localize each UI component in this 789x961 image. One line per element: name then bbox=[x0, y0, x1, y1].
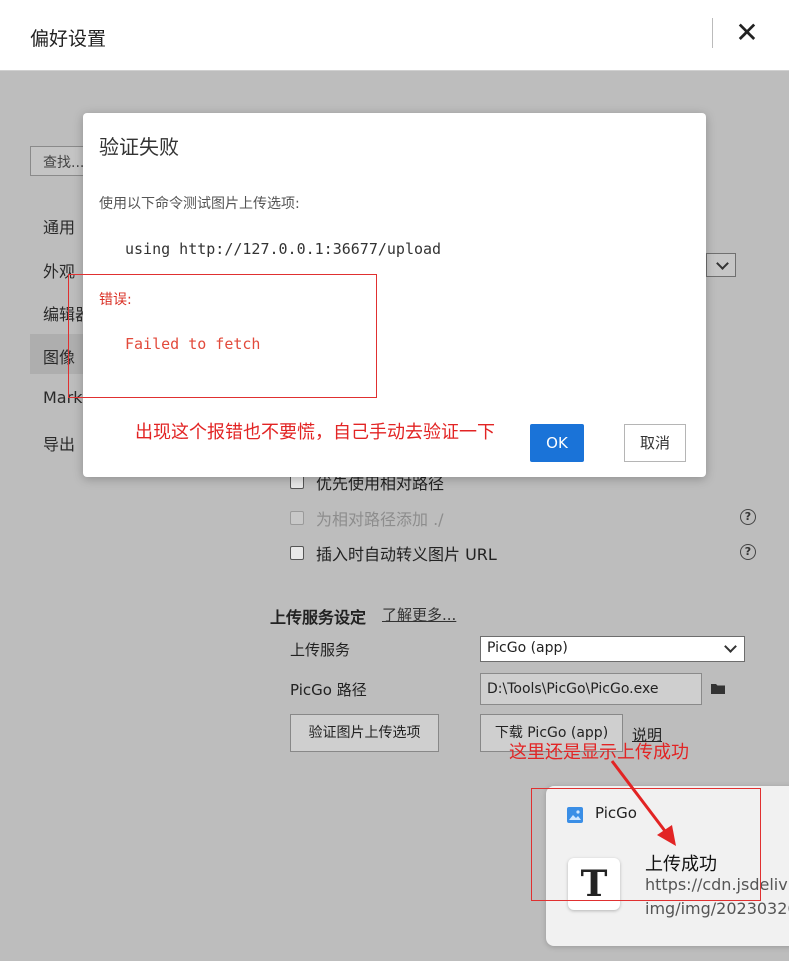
toast-url-line2: img/img/20230326 bbox=[645, 899, 789, 918]
title-separator bbox=[712, 18, 713, 48]
ok-button[interactable]: OK bbox=[530, 424, 584, 462]
verify-upload-button[interactable]: 验证图片上传选项 bbox=[290, 714, 439, 752]
annotation-error-box bbox=[68, 274, 377, 398]
help-icon[interactable]: ? bbox=[740, 544, 756, 560]
help-icon[interactable]: ? bbox=[740, 509, 756, 525]
chevron-down-icon bbox=[724, 640, 737, 653]
dialog-title: 验证失败 bbox=[99, 135, 179, 159]
close-button[interactable]: ✕ bbox=[734, 19, 760, 47]
title-bar: 偏好设置 ✕ bbox=[0, 0, 789, 71]
chevron-down-icon bbox=[716, 257, 729, 270]
upload-service-select[interactable]: PicGo (app) bbox=[480, 636, 745, 662]
cancel-button[interactable]: 取消 bbox=[624, 424, 686, 462]
annotation-note-error: 出现这个报错也不要慌，自己手动去验证一下 bbox=[135, 422, 495, 443]
dialog-command: using http://127.0.0.1:36677/upload bbox=[125, 240, 442, 258]
checkbox-label: 插入时自动转义图片 URL bbox=[316, 545, 497, 564]
upload-section-title: 上传服务设定 bbox=[270, 608, 367, 627]
upload-service-label: 上传服务 bbox=[290, 641, 351, 659]
checkbox-box[interactable] bbox=[290, 475, 304, 489]
picgo-path-label: PicGo 路径 bbox=[290, 681, 367, 699]
folder-icon[interactable] bbox=[711, 683, 726, 694]
checkbox-label: 为相对路径添加 ./ bbox=[316, 510, 444, 529]
dialog-description: 使用以下命令测试图片上传选项: bbox=[99, 196, 300, 212]
checkbox-add-dot-slash: 为相对路径添加 ./ bbox=[290, 506, 444, 530]
sidebar-item-general[interactable]: 通用 bbox=[30, 204, 84, 244]
image-insert-select[interactable] bbox=[706, 253, 736, 277]
picgo-path-input[interactable]: D:\Tools\PicGo\PicGo.exe bbox=[480, 673, 702, 705]
annotation-arrow bbox=[610, 760, 676, 846]
sidebar-item-export[interactable]: 导出 bbox=[30, 421, 84, 461]
checkbox-escape-image-url[interactable]: 插入时自动转义图片 URL bbox=[290, 541, 497, 565]
upload-service-value: PicGo (app) bbox=[487, 640, 568, 656]
checkbox-box bbox=[290, 511, 304, 525]
window-title: 偏好设置 bbox=[30, 28, 107, 50]
learn-more-link[interactable]: 了解更多... bbox=[382, 604, 456, 625]
checkbox-box[interactable] bbox=[290, 546, 304, 560]
